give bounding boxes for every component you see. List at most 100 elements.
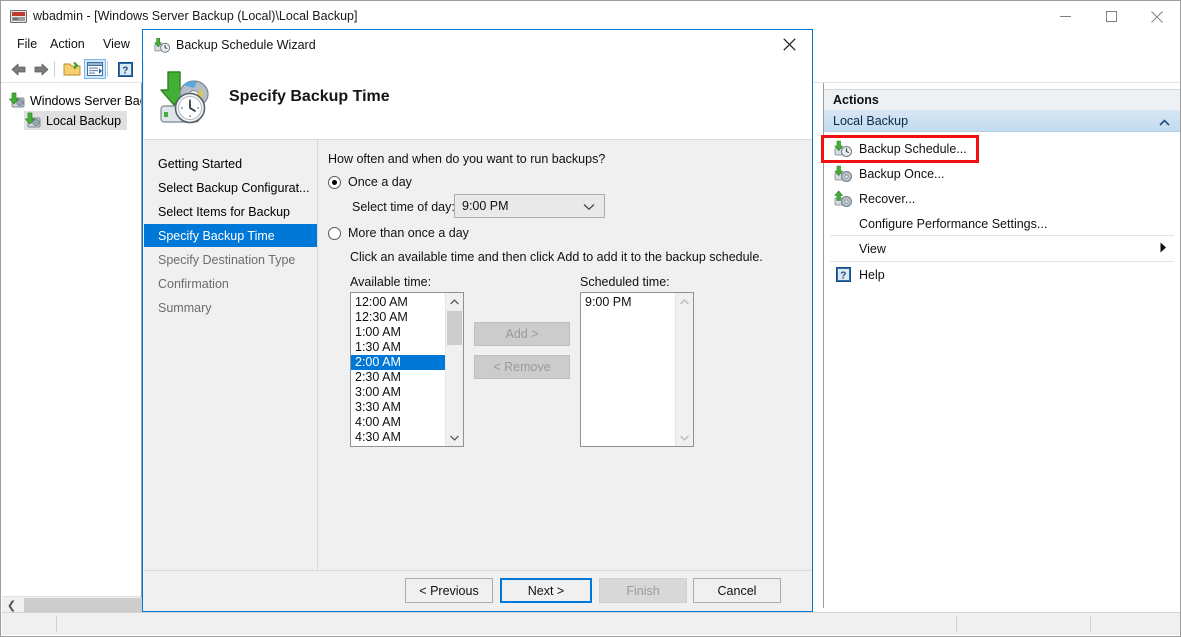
add-time-hint: Click an available time and then click A… <box>350 250 763 264</box>
action-recover[interactable]: Recover... <box>824 186 1180 211</box>
properties-icon[interactable] <box>84 59 106 79</box>
window-titlebar: wbadmin - [Windows Server Backup (Local)… <box>1 1 1180 32</box>
nav-item-confirmation[interactable]: Confirmation <box>144 272 317 295</box>
finish-button-label: Finish <box>626 583 660 598</box>
list-item[interactable]: 3:00 AM <box>351 385 446 400</box>
tree-item-windows-server-backup[interactable]: Windows Server Back <box>8 91 142 110</box>
nav-label: Getting Started <box>158 156 243 171</box>
previous-button-label: < Previous <box>419 583 479 598</box>
scrollbar-thumb[interactable] <box>447 311 462 345</box>
list-item[interactable]: 12:00 AM <box>351 295 446 310</box>
scrollbar-thumb[interactable] <box>24 598 146 613</box>
next-button[interactable]: Next > <box>500 578 592 603</box>
nav-label: Confirmation <box>158 276 229 291</box>
toolbar-separator-2 <box>107 61 108 77</box>
server-backup-icon <box>8 92 27 109</box>
nav-item-select-items[interactable]: Select Items for Backup <box>144 200 317 223</box>
scheduled-time-listbox[interactable]: 9:00 PM <box>580 292 694 447</box>
cancel-button[interactable]: Cancel <box>693 578 781 603</box>
time-of-day-value: 9:00 PM <box>462 199 509 213</box>
finish-button[interactable]: Finish <box>599 578 687 603</box>
add-button-label: Add > <box>505 327 539 341</box>
radio-indicator <box>328 175 341 189</box>
maximize-button[interactable] <box>1088 1 1134 32</box>
backup-time-icon <box>156 68 218 130</box>
action-help[interactable]: ? Help <box>824 262 1180 287</box>
scroll-down-icon[interactable] <box>446 429 463 446</box>
nav-item-summary[interactable]: Summary <box>144 296 317 319</box>
actions-group-local-backup[interactable]: Local Backup <box>824 110 1180 132</box>
local-backup-icon <box>24 112 43 129</box>
cancel-button-label: Cancel <box>717 583 757 598</box>
action-label: Backup Once... <box>859 166 945 181</box>
radio-label: More than once a day <box>348 226 469 240</box>
menu-file[interactable]: File <box>13 36 41 52</box>
list-item[interactable]: 1:00 AM <box>351 325 446 340</box>
dialog-title: Backup Schedule Wizard <box>176 38 316 52</box>
available-time-listbox[interactable]: 12:00 AM 12:30 AM 1:00 AM 1:30 AM 2:00 A… <box>350 292 464 447</box>
next-button-label: Next > <box>527 583 565 598</box>
list-item[interactable]: 12:30 AM <box>351 310 446 325</box>
tree-item-local-backup[interactable]: Local Backup <box>24 111 128 130</box>
list-item-selected[interactable]: 2:00 AM <box>351 355 446 370</box>
radio-more-than-once-a-day[interactable]: More than once a day <box>328 226 469 240</box>
previous-button[interactable]: < Previous <box>405 578 493 603</box>
console-tree-pane: Windows Server Back Local Backup <box>2 83 142 608</box>
collapse-chevron-icon[interactable] <box>1159 116 1170 130</box>
list-item[interactable]: 1:30 AM <box>351 340 446 355</box>
action-label: Backup Schedule... <box>859 141 967 156</box>
menu-action[interactable]: Action <box>46 36 89 52</box>
recover-icon <box>832 190 854 208</box>
action-label: Configure Performance Settings... <box>859 216 1048 231</box>
remove-button-label: < Remove <box>493 360 551 374</box>
dialog-heading: Specify Backup Time <box>229 88 390 105</box>
nav-item-specify-destination[interactable]: Specify Destination Type <box>144 248 317 271</box>
status-bar <box>2 612 1180 635</box>
toolbar-separator-1 <box>54 61 55 77</box>
svg-text:?: ? <box>840 270 846 281</box>
forward-icon[interactable] <box>30 59 52 79</box>
nav-label: Specify Backup Time <box>158 228 275 243</box>
add-button[interactable]: Add > <box>474 322 570 346</box>
close-button[interactable] <box>1134 1 1180 32</box>
wbadmin-window: wbadmin - [Windows Server Backup (Local)… <box>0 0 1181 637</box>
nav-item-select-backup-config[interactable]: Select Backup Configurat... <box>144 176 317 199</box>
menu-view[interactable]: View <box>99 36 134 52</box>
available-time-label: Available time: <box>350 275 432 289</box>
back-icon[interactable] <box>7 59 29 79</box>
radio-once-a-day[interactable]: Once a day <box>328 175 412 189</box>
scroll-up-icon[interactable] <box>676 293 693 310</box>
backup-once-icon <box>832 165 854 183</box>
list-item[interactable]: 3:30 AM <box>351 400 446 415</box>
dialog-header: Specify Backup Time <box>144 60 812 140</box>
scheduled-time-scrollbar[interactable] <box>675 293 693 446</box>
show-hide-console-tree-icon[interactable] <box>61 59 83 79</box>
available-time-scrollbar[interactable] <box>445 293 463 446</box>
action-view[interactable]: View <box>824 236 1180 261</box>
action-label: Help <box>859 267 885 282</box>
time-of-day-dropdown[interactable]: 9:00 PM <box>454 194 605 218</box>
list-item[interactable]: 2:30 AM <box>351 370 446 385</box>
action-configure-performance-settings[interactable]: Configure Performance Settings... <box>824 211 1180 236</box>
list-item[interactable]: 4:00 AM <box>351 415 446 430</box>
chevron-down-icon[interactable] <box>583 200 595 214</box>
list-item[interactable]: 9:00 PM <box>581 295 676 310</box>
scroll-down-icon[interactable] <box>676 429 693 446</box>
minimize-button[interactable] <box>1042 1 1088 32</box>
actions-header-label: Actions <box>833 93 879 107</box>
nav-label: Select Backup Configurat... <box>158 180 310 195</box>
action-backup-schedule[interactable]: Backup Schedule... <box>824 136 1180 161</box>
remove-button[interactable]: < Remove <box>474 355 570 379</box>
list-item[interactable]: 4:30 AM <box>351 430 446 445</box>
tree-item-label: Windows Server Back <box>30 93 142 108</box>
backup-schedule-icon <box>832 140 854 158</box>
dialog-footer: < Previous Next > Finish Cancel <box>144 570 812 610</box>
dialog-close-button[interactable] <box>767 30 812 59</box>
actions-header: Actions <box>824 89 1180 111</box>
scroll-up-icon[interactable] <box>446 293 463 310</box>
nav-item-specify-backup-time[interactable]: Specify Backup Time <box>144 224 317 247</box>
wbadmin-icon <box>10 9 27 24</box>
action-backup-once[interactable]: Backup Once... <box>824 161 1180 186</box>
help-icon[interactable]: ? <box>114 59 136 79</box>
nav-item-getting-started[interactable]: Getting Started <box>144 152 317 175</box>
